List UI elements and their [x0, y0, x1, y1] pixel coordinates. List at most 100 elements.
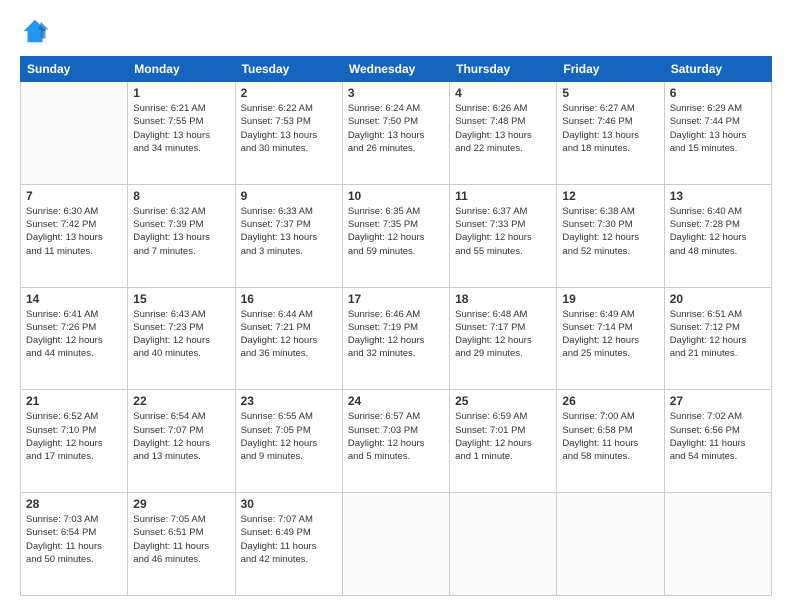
- calendar-cell: 3 Sunrise: 6:24 AM Sunset: 7:50 PM Daylig…: [342, 82, 449, 185]
- day-number: 16: [241, 292, 337, 306]
- calendar-cell: 12 Sunrise: 6:38 AM Sunset: 7:30 PM Dayli…: [557, 184, 664, 287]
- day-info: Sunrise: 6:54 AM Sunset: 7:07 PM Dayligh…: [133, 410, 229, 463]
- day-number: 12: [562, 189, 658, 203]
- calendar-cell: 2 Sunrise: 6:22 AM Sunset: 7:53 PM Daylig…: [235, 82, 342, 185]
- day-info: Sunrise: 6:43 AM Sunset: 7:23 PM Dayligh…: [133, 308, 229, 361]
- weekday-header-saturday: Saturday: [664, 57, 771, 82]
- day-info: Sunrise: 7:05 AM Sunset: 6:51 PM Dayligh…: [133, 513, 229, 566]
- day-info: Sunrise: 6:52 AM Sunset: 7:10 PM Dayligh…: [26, 410, 122, 463]
- day-info: Sunrise: 7:02 AM Sunset: 6:56 PM Dayligh…: [670, 410, 766, 463]
- day-number: 1: [133, 86, 229, 100]
- calendar-cell: 28Sunrise: 7:03 AM Sunset: 6:54 PM Dayli…: [21, 493, 128, 596]
- day-info: Sunrise: 6:21 AM Sunset: 7:55 PM Dayligh…: [133, 102, 229, 155]
- day-info: Sunrise: 6:30 AM Sunset: 7:42 PM Dayligh…: [26, 205, 122, 258]
- day-number: 29: [133, 497, 229, 511]
- calendar-cell: 25 Sunrise: 6:59 AM Sunset: 7:01 PM Dayli…: [450, 390, 557, 493]
- day-number: 19: [562, 292, 658, 306]
- calendar-cell: 27 Sunrise: 7:02 AM Sunset: 6:56 PM Dayli…: [664, 390, 771, 493]
- day-info: Sunrise: 6:55 AM Sunset: 7:05 PM Dayligh…: [241, 410, 337, 463]
- day-number: 13: [670, 189, 766, 203]
- calendar-cell: 20 Sunrise: 6:51 AM Sunset: 7:12 PM Dayli…: [664, 287, 771, 390]
- calendar-week-row: 1 Sunrise: 6:21 AM Sunset: 7:55 PM Daylig…: [21, 82, 772, 185]
- day-number: 2: [241, 86, 337, 100]
- day-info: Sunrise: 6:32 AM Sunset: 7:39 PM Dayligh…: [133, 205, 229, 258]
- calendar-cell: 10Sunrise: 6:35 AM Sunset: 7:35 PM Dayli…: [342, 184, 449, 287]
- day-info: Sunrise: 7:07 AM Sunset: 6:49 PM Dayligh…: [241, 513, 337, 566]
- day-info: Sunrise: 6:29 AM Sunset: 7:44 PM Dayligh…: [670, 102, 766, 155]
- day-number: 3: [348, 86, 444, 100]
- day-info: Sunrise: 7:00 AM Sunset: 6:58 PM Dayligh…: [562, 410, 658, 463]
- day-info: Sunrise: 6:27 AM Sunset: 7:46 PM Dayligh…: [562, 102, 658, 155]
- day-number: 5: [562, 86, 658, 100]
- day-number: 30: [241, 497, 337, 511]
- calendar-cell: 18Sunrise: 6:48 AM Sunset: 7:17 PM Dayli…: [450, 287, 557, 390]
- day-number: 15: [133, 292, 229, 306]
- calendar-cell: 14Sunrise: 6:41 AM Sunset: 7:26 PM Dayli…: [21, 287, 128, 390]
- day-number: 8: [133, 189, 229, 203]
- calendar-week-row: 21 Sunrise: 6:52 AM Sunset: 7:10 PM Dayli…: [21, 390, 772, 493]
- page-header: [20, 16, 772, 46]
- weekday-header-row: SundayMondayTuesdayWednesdayThursdayFrid…: [21, 57, 772, 82]
- calendar-cell: 29 Sunrise: 7:05 AM Sunset: 6:51 PM Dayli…: [128, 493, 235, 596]
- day-info: Sunrise: 6:24 AM Sunset: 7:50 PM Dayligh…: [348, 102, 444, 155]
- day-info: Sunrise: 6:40 AM Sunset: 7:28 PM Dayligh…: [670, 205, 766, 258]
- logo-icon: [20, 16, 50, 46]
- calendar-cell: [664, 493, 771, 596]
- calendar-week-row: 14Sunrise: 6:41 AM Sunset: 7:26 PM Dayli…: [21, 287, 772, 390]
- calendar-week-row: 7 Sunrise: 6:30 AM Sunset: 7:42 PM Daylig…: [21, 184, 772, 287]
- weekday-header-monday: Monday: [128, 57, 235, 82]
- calendar-cell: 19 Sunrise: 6:49 AM Sunset: 7:14 PM Dayli…: [557, 287, 664, 390]
- calendar-cell: 11Sunrise: 6:37 AM Sunset: 7:33 PM Dayli…: [450, 184, 557, 287]
- day-info: Sunrise: 6:22 AM Sunset: 7:53 PM Dayligh…: [241, 102, 337, 155]
- calendar-cell: [21, 82, 128, 185]
- calendar-cell: 8 Sunrise: 6:32 AM Sunset: 7:39 PM Daylig…: [128, 184, 235, 287]
- calendar-cell: 7 Sunrise: 6:30 AM Sunset: 7:42 PM Daylig…: [21, 184, 128, 287]
- calendar-cell: 17Sunrise: 6:46 AM Sunset: 7:19 PM Dayli…: [342, 287, 449, 390]
- calendar-cell: 6 Sunrise: 6:29 AM Sunset: 7:44 PM Daylig…: [664, 82, 771, 185]
- day-number: 14: [26, 292, 122, 306]
- calendar-cell: [557, 493, 664, 596]
- day-number: 21: [26, 394, 122, 408]
- calendar-cell: [450, 493, 557, 596]
- calendar-cell: 4Sunrise: 6:26 AM Sunset: 7:48 PM Daylig…: [450, 82, 557, 185]
- calendar-cell: 15 Sunrise: 6:43 AM Sunset: 7:23 PM Dayli…: [128, 287, 235, 390]
- day-info: Sunrise: 6:38 AM Sunset: 7:30 PM Dayligh…: [562, 205, 658, 258]
- calendar-cell: 9 Sunrise: 6:33 AM Sunset: 7:37 PM Daylig…: [235, 184, 342, 287]
- day-info: Sunrise: 6:51 AM Sunset: 7:12 PM Dayligh…: [670, 308, 766, 361]
- day-number: 7: [26, 189, 122, 203]
- day-number: 11: [455, 189, 551, 203]
- weekday-header-sunday: Sunday: [21, 57, 128, 82]
- day-number: 22: [133, 394, 229, 408]
- day-number: 9: [241, 189, 337, 203]
- calendar-cell: 23 Sunrise: 6:55 AM Sunset: 7:05 PM Dayli…: [235, 390, 342, 493]
- day-number: 18: [455, 292, 551, 306]
- day-number: 27: [670, 394, 766, 408]
- weekday-header-thursday: Thursday: [450, 57, 557, 82]
- calendar-cell: 21 Sunrise: 6:52 AM Sunset: 7:10 PM Dayli…: [21, 390, 128, 493]
- day-info: Sunrise: 6:49 AM Sunset: 7:14 PM Dayligh…: [562, 308, 658, 361]
- calendar-table: SundayMondayTuesdayWednesdayThursdayFrid…: [20, 56, 772, 596]
- day-number: 4: [455, 86, 551, 100]
- day-number: 25: [455, 394, 551, 408]
- weekday-header-wednesday: Wednesday: [342, 57, 449, 82]
- day-number: 24: [348, 394, 444, 408]
- day-number: 10: [348, 189, 444, 203]
- calendar-cell: 16 Sunrise: 6:44 AM Sunset: 7:21 PM Dayli…: [235, 287, 342, 390]
- day-number: 26: [562, 394, 658, 408]
- calendar-cell: 22 Sunrise: 6:54 AM Sunset: 7:07 PM Dayli…: [128, 390, 235, 493]
- day-info: Sunrise: 6:57 AM Sunset: 7:03 PM Dayligh…: [348, 410, 444, 463]
- calendar-cell: [342, 493, 449, 596]
- day-info: Sunrise: 6:33 AM Sunset: 7:37 PM Dayligh…: [241, 205, 337, 258]
- calendar-cell: 30 Sunrise: 7:07 AM Sunset: 6:49 PM Dayli…: [235, 493, 342, 596]
- calendar-cell: 26 Sunrise: 7:00 AM Sunset: 6:58 PM Dayli…: [557, 390, 664, 493]
- weekday-header-tuesday: Tuesday: [235, 57, 342, 82]
- day-number: 6: [670, 86, 766, 100]
- calendar-cell: 13 Sunrise: 6:40 AM Sunset: 7:28 PM Dayli…: [664, 184, 771, 287]
- day-number: 20: [670, 292, 766, 306]
- day-info: Sunrise: 6:46 AM Sunset: 7:19 PM Dayligh…: [348, 308, 444, 361]
- calendar-cell: 5 Sunrise: 6:27 AM Sunset: 7:46 PM Daylig…: [557, 82, 664, 185]
- day-number: 23: [241, 394, 337, 408]
- day-info: Sunrise: 6:44 AM Sunset: 7:21 PM Dayligh…: [241, 308, 337, 361]
- day-info: Sunrise: 6:59 AM Sunset: 7:01 PM Dayligh…: [455, 410, 551, 463]
- weekday-header-friday: Friday: [557, 57, 664, 82]
